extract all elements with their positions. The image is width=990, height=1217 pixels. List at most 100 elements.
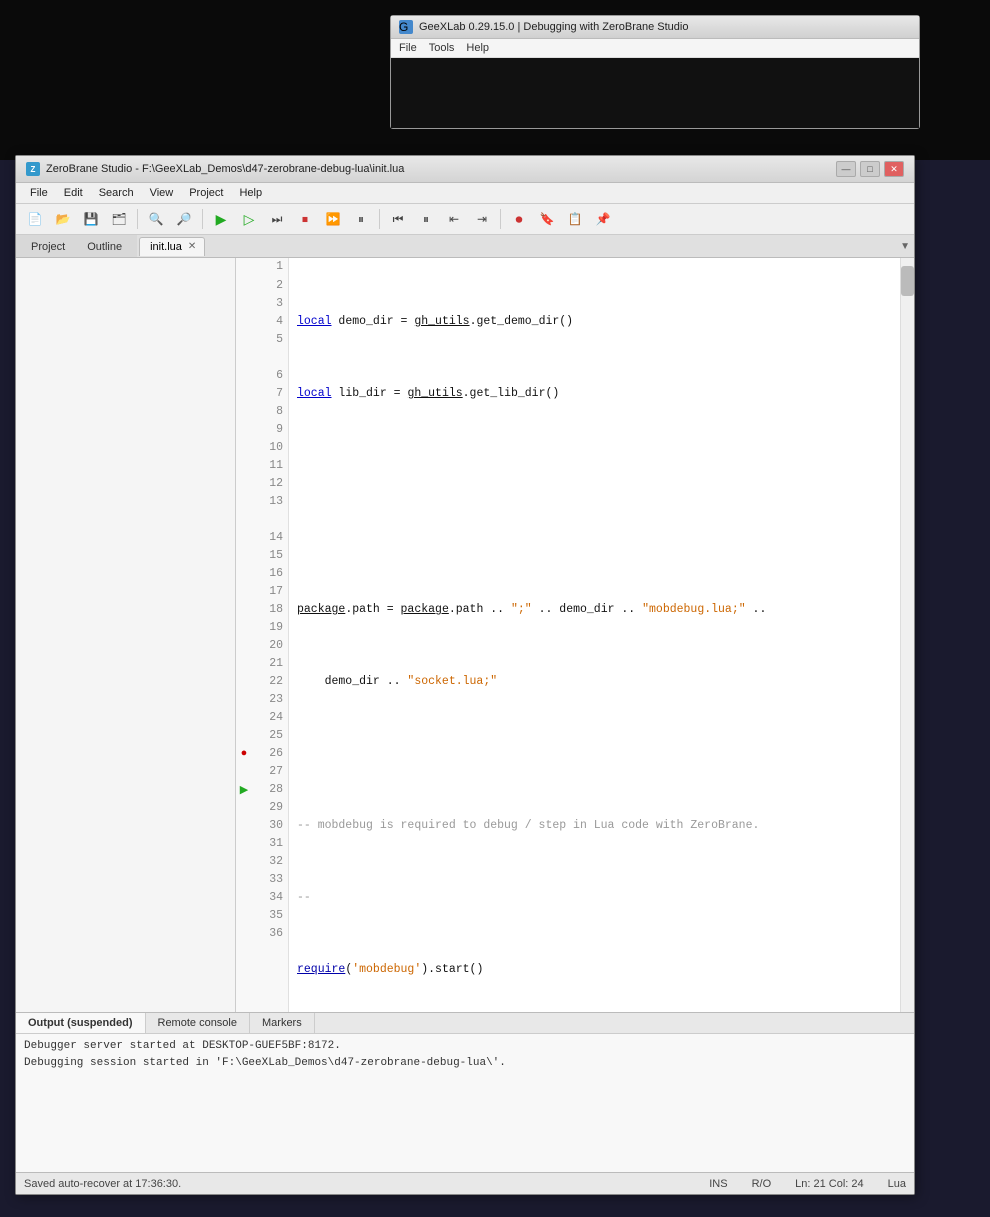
statusbar-autosave: Saved auto-recover at 17:36:30. xyxy=(24,1178,181,1190)
run-button[interactable]: ▶ xyxy=(208,207,234,231)
linenum-7: 7 xyxy=(252,387,288,400)
line-row-18: 18 xyxy=(236,600,288,618)
bottom-panel: Output (suspended) Remote console Marker… xyxy=(16,1012,914,1172)
geexlab-title: GeeXLab 0.29.15.0 | Debugging with ZeroB… xyxy=(419,21,688,33)
linenum-9: 9 xyxy=(252,423,288,436)
code-line-9: require('mobdebug').start() xyxy=(297,961,900,979)
pause-button[interactable]: ⏸ xyxy=(348,207,374,231)
indent-button[interactable]: ⇤ xyxy=(441,207,467,231)
output-line-2: Debugging session started in 'F:\GeeXLab… xyxy=(24,1055,906,1072)
outline-tab[interactable]: Outline xyxy=(76,237,133,257)
line-row-30: 30 xyxy=(236,816,288,834)
init-lua-tab[interactable]: init.lua ✕ xyxy=(139,237,205,256)
open-button[interactable]: 📂 xyxy=(50,207,76,231)
geexlab-window: G GeeXLab 0.29.15.0 | Debugging with Zer… xyxy=(390,15,920,129)
app-icon: Z xyxy=(26,162,40,176)
linenum-32: 32 xyxy=(252,855,288,868)
save-button[interactable]: 💾 xyxy=(78,207,104,231)
toggle-bp-button[interactable]: ⏮ xyxy=(385,207,411,231)
geexlab-menu-tools[interactable]: Tools xyxy=(429,42,455,54)
line-row-28: ▶ 28 xyxy=(236,780,288,798)
find-replace-button[interactable]: 🔎 xyxy=(171,207,197,231)
linenum-33: 33 xyxy=(252,873,288,886)
prev-bookmark-button[interactable]: 📋 xyxy=(562,207,588,231)
linenum-20: 20 xyxy=(252,639,288,652)
breakpoint-marker-26: ● xyxy=(236,747,252,759)
bookmark-button[interactable]: 🔖 xyxy=(534,207,560,231)
file-tab-close[interactable]: ✕ xyxy=(188,241,196,252)
statusbar-ro: R/O xyxy=(752,1178,772,1190)
linenum-2: 2 xyxy=(252,279,288,292)
geexlab-menubar: File Tools Help xyxy=(391,39,919,58)
markers-tab[interactable]: Markers xyxy=(250,1013,315,1033)
line-row-6: 6 xyxy=(236,366,288,384)
line-row-3: 3 xyxy=(236,294,288,312)
record-button[interactable]: ⏺ xyxy=(506,207,532,231)
linenum-28: 28 xyxy=(252,783,288,796)
menu-edit[interactable]: Edit xyxy=(56,185,91,201)
linenum-8: 8 xyxy=(252,405,288,418)
line-row-27: 27 xyxy=(236,762,288,780)
editor-area: 1 2 3 4 5 xyxy=(236,258,914,1012)
linenum-1: 1 xyxy=(252,258,288,276)
line-row-5b xyxy=(236,348,288,366)
editor-scrollbar[interactable] xyxy=(900,258,914,1012)
line-row-8: 8 xyxy=(236,402,288,420)
linenum-22: 22 xyxy=(252,675,288,688)
line-row-10: 10 xyxy=(236,438,288,456)
step-over-button[interactable]: ⏭ xyxy=(264,207,290,231)
minimize-button[interactable]: — xyxy=(836,161,856,177)
geexlab-menu-file[interactable]: File xyxy=(399,42,417,54)
content-area: 1 2 3 4 5 xyxy=(16,258,914,1012)
line-row-20: 20 xyxy=(236,636,288,654)
linenum-16: 16 xyxy=(252,567,288,580)
next-bookmark-button[interactable]: 📌 xyxy=(590,207,616,231)
menu-help[interactable]: Help xyxy=(231,185,270,201)
line-row-35: 35 xyxy=(236,906,288,924)
step-into-button[interactable]: ⏩ xyxy=(320,207,346,231)
toolbar: 📄 📂 💾 🗂 🔍 🔎 ▶ ▷ ⏭ ⏹ ⏩ ⏸ ⏮ ⏸ ⇤ ⇥ ⏺ 🔖 📋 📌 xyxy=(16,204,914,235)
arrow-marker-28: ▶ xyxy=(236,783,252,796)
new-file-button[interactable]: 📄 xyxy=(22,207,48,231)
remote-console-tab[interactable]: Remote console xyxy=(146,1013,251,1033)
close-button[interactable]: ✕ xyxy=(884,161,904,177)
maximize-button[interactable]: □ xyxy=(860,161,880,177)
saveall-button[interactable]: 🗂 xyxy=(106,207,132,231)
geexlab-menu-help[interactable]: Help xyxy=(466,42,489,54)
main-window: Z ZeroBrane Studio - F:\GeeXLab_Demos\d4… xyxy=(15,155,915,1195)
scrollbar-thumb[interactable] xyxy=(901,266,914,296)
line-row-29: 29 xyxy=(236,798,288,816)
remove-bp-button[interactable]: ⏸ xyxy=(413,207,439,231)
linenum-23: 23 xyxy=(252,693,288,706)
project-tab[interactable]: Project xyxy=(20,237,76,257)
code-line-8: -- xyxy=(297,889,900,907)
output-line-1: Debugger server started at DESKTOP-GUEF5… xyxy=(24,1038,906,1055)
linenum-35: 35 xyxy=(252,909,288,922)
menu-file[interactable]: File xyxy=(22,185,56,201)
menu-project[interactable]: Project xyxy=(181,185,231,201)
code-line-3 xyxy=(297,457,900,475)
code-line-7: -- mobdebug is required to debug / step … xyxy=(297,817,900,835)
find-button[interactable]: 🔍 xyxy=(143,207,169,231)
line-row-14: 14 xyxy=(236,528,288,546)
line-row-19: 19 xyxy=(236,618,288,636)
linenum-14: 14 xyxy=(252,531,288,544)
menu-view[interactable]: View xyxy=(142,185,182,201)
unindent-button[interactable]: ⇥ xyxy=(469,207,495,231)
linenum-13: 13 xyxy=(252,495,288,508)
scrollbar-top xyxy=(901,258,914,266)
line-row-13: 13 xyxy=(236,492,288,510)
linenum-17: 17 xyxy=(252,585,288,598)
tab-dropdown-arrow[interactable]: ▼ xyxy=(900,241,910,252)
linenum-34: 34 xyxy=(252,891,288,904)
output-tab[interactable]: Output (suspended) xyxy=(16,1013,146,1033)
linenum-24: 24 xyxy=(252,711,288,724)
line-row-32: 32 xyxy=(236,852,288,870)
linenum-26: 26 xyxy=(252,747,288,760)
menu-search[interactable]: Search xyxy=(91,185,142,201)
code-editor[interactable]: local demo_dir = gh_utils.get_demo_dir()… xyxy=(289,258,900,1012)
run-file-button[interactable]: ▷ xyxy=(236,207,262,231)
stop-button[interactable]: ⏹ xyxy=(292,207,318,231)
line-row-23: 23 xyxy=(236,690,288,708)
line-row-15: 15 xyxy=(236,546,288,564)
